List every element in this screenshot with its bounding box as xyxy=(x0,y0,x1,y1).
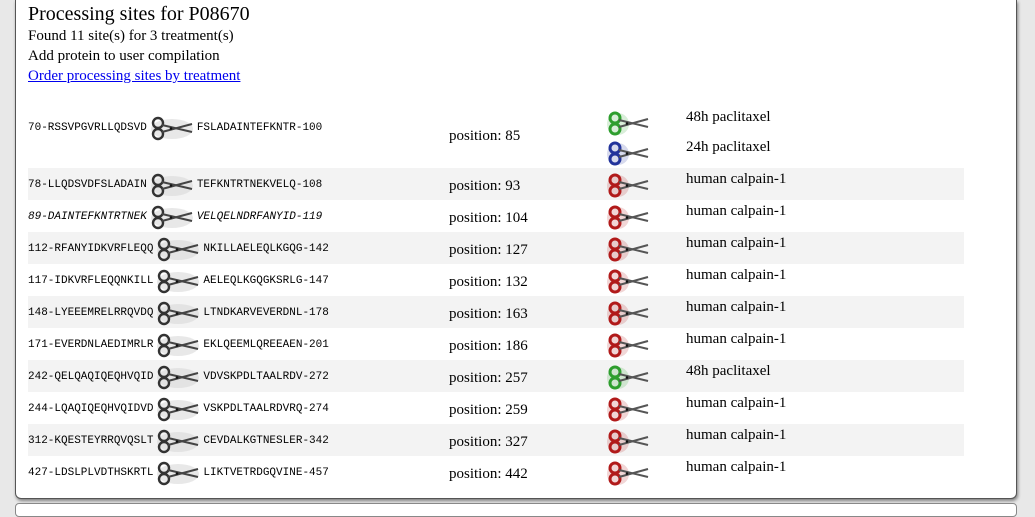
blue-scissors-icon xyxy=(606,140,650,166)
sequence-right: NKILLAELEQLKGQG-142 xyxy=(203,243,329,255)
site-row: 117-IDKVRFLEQQNKILL AELEQLKGQGKSRLG-147 po… xyxy=(28,264,964,296)
cleavage-sequence: 242-QELQAQIQEQHVQID VDVSKPDLTAALRDV-272 xyxy=(28,364,329,390)
red-scissors-icon xyxy=(606,332,650,358)
site-position: position: 132 xyxy=(449,274,528,290)
scissors-icon xyxy=(155,364,201,390)
site-row: 244-LQAQIQEQHVQIDVD VSKPDLTAALRDVRQ-274 po… xyxy=(28,392,964,424)
treatment-label: 24h paclitaxel xyxy=(686,139,771,155)
scissors-icon xyxy=(155,428,201,454)
scissors-icon xyxy=(155,332,201,358)
sequence-right: CEVDALKGTNESLER-342 xyxy=(203,435,329,447)
cleavage-sequence: 312-KQESTEYRRQVQSLT CEVDALKGTNESLER-342 xyxy=(28,428,329,454)
site-position: position: 442 xyxy=(449,466,528,482)
sequence-left: 171-EVERDNLAEDIMRLR xyxy=(28,339,154,351)
cleavage-sequence: 427-LDSLPLVDTHSKRTL LIKTVETRDGQVINE-457 xyxy=(28,460,329,486)
sequence-left: 78-LLQDSVDFSLADAIN xyxy=(28,179,147,191)
site-position: position: 85 xyxy=(449,128,521,144)
site-position: position: 93 xyxy=(449,178,521,194)
site-position: position: 259 xyxy=(449,402,528,418)
red-scissors-icon xyxy=(606,396,650,422)
site-position: position: 127 xyxy=(449,242,528,258)
sequence-left: 244-LQAQIQEQHVQIDVD xyxy=(28,403,154,415)
site-row: 70-RSSVPGVRLLQDSVD FSLADAINTEFKNTR-100 pos… xyxy=(28,102,964,168)
site-position: position: 257 xyxy=(449,370,528,386)
add-to-compilation-text: Add protein to user compilation xyxy=(28,48,220,64)
green-scissors-icon xyxy=(606,110,650,136)
treatment-label: human calpain-1 xyxy=(686,299,787,315)
site-row: 112-RFANYIDKVRFLEQQ NKILLAELEQLKGQG-142 po… xyxy=(28,232,964,264)
treatment-label: human calpain-1 xyxy=(686,459,787,475)
treatment-label: human calpain-1 xyxy=(686,235,787,251)
red-scissors-icon xyxy=(606,236,650,262)
sequence-right: LTNDKARVEVERDNL-178 xyxy=(203,307,329,319)
scissors-icon xyxy=(155,460,201,486)
treatment-label: 48h paclitaxel xyxy=(686,363,771,379)
sequence-right: VDVSKPDLTAALRDV-272 xyxy=(203,371,329,383)
scissors-icon xyxy=(149,115,195,141)
red-scissors-icon xyxy=(606,428,650,454)
processing-sites-list: 70-RSSVPGVRLLQDSVD FSLADAINTEFKNTR-100 pos… xyxy=(28,102,964,488)
scissors-icon xyxy=(155,268,201,294)
processing-sites-panel: Processing sites for P08670 Found 11 sit… xyxy=(15,0,1017,499)
sequence-left: 70-RSSVPGVRLLQDSVD xyxy=(28,122,147,134)
treatment-label: human calpain-1 xyxy=(686,427,787,443)
red-scissors-icon xyxy=(606,268,650,294)
cleavage-sequence: 117-IDKVRFLEQQNKILL AELEQLKGQGKSRLG-147 xyxy=(28,268,329,294)
site-row: 148-LYEEEMRELRRQVDQ LTNDKARVEVERDNL-178 po… xyxy=(28,296,964,328)
site-position: position: 163 xyxy=(449,306,528,322)
sequence-left: 112-RFANYIDKVRFLEQQ xyxy=(28,243,154,255)
sequence-left: 427-LDSLPLVDTHSKRTL xyxy=(28,467,154,479)
page-title: Processing sites for P08670 xyxy=(28,3,250,25)
site-row: 242-QELQAQIQEQHVQID VDVSKPDLTAALRDV-272 po… xyxy=(28,360,964,392)
site-position: position: 186 xyxy=(449,338,528,354)
red-scissors-icon xyxy=(606,460,650,486)
cleavage-sequence: 244-LQAQIQEQHVQIDVD VSKPDLTAALRDVRQ-274 xyxy=(28,396,329,422)
treatment-label: human calpain-1 xyxy=(686,171,787,187)
green-scissors-icon xyxy=(606,364,650,390)
cleavage-sequence: 89-DAINTEFKNTRTNEK VELQELNDRFANYID-119 xyxy=(28,204,322,230)
sequence-right: VELQELNDRFANYID-119 xyxy=(196,211,323,223)
sequence-left: 312-KQESTEYRRQVQSLT xyxy=(28,435,154,447)
site-row: 312-KQESTEYRRQVQSLT CEVDALKGTNESLER-342 po… xyxy=(28,424,964,456)
sequence-right: VSKPDLTAALRDVRQ-274 xyxy=(203,403,329,415)
red-scissors-icon xyxy=(606,300,650,326)
sequence-left: 242-QELQAQIQEQHVQID xyxy=(28,371,154,383)
red-scissors-icon xyxy=(606,172,650,198)
sequence-right: FSLADAINTEFKNTR-100 xyxy=(196,122,323,134)
red-scissors-icon xyxy=(606,204,650,230)
sequence-right: EKLQEEMLQREEAEN-201 xyxy=(203,339,329,351)
treatment-label: 48h paclitaxel xyxy=(686,109,771,125)
site-row: 89-DAINTEFKNTRTNEK VELQELNDRFANYID-119 pos… xyxy=(28,200,964,232)
order-by-treatment-link[interactable]: Order processing sites by treatment xyxy=(28,68,240,85)
cleavage-sequence: 112-RFANYIDKVRFLEQQ NKILLAELEQLKGQG-142 xyxy=(28,236,329,262)
cleavage-sequence: 148-LYEEEMRELRRQVDQ LTNDKARVEVERDNL-178 xyxy=(28,300,329,326)
cleavage-sequence: 78-LLQDSVDFSLADAIN TEFKNTRTNEKVELQ-108 xyxy=(28,172,322,198)
scissors-icon xyxy=(155,300,201,326)
scissors-icon xyxy=(149,172,195,198)
sequence-left: 89-DAINTEFKNTRTNEK xyxy=(28,211,147,223)
sequence-left: 117-IDKVRFLEQQNKILL xyxy=(28,275,154,287)
scissors-icon xyxy=(149,204,195,230)
sequence-right: AELEQLKGQGKSRLG-147 xyxy=(203,275,329,287)
treatment-label: human calpain-1 xyxy=(686,395,787,411)
sequence-left: 148-LYEEEMRELRRQVDQ xyxy=(28,307,154,319)
sequence-right: TEFKNTRTNEKVELQ-108 xyxy=(196,179,323,191)
treatment-label: human calpain-1 xyxy=(686,203,787,219)
site-row: 78-LLQDSVDFSLADAIN TEFKNTRTNEKVELQ-108 pos… xyxy=(28,168,964,200)
cleavage-sequence: 171-EVERDNLAEDIMRLR EKLQEEMLQREEAEN-201 xyxy=(28,332,329,358)
scissors-icon xyxy=(155,396,201,422)
sequence-right: LIKTVETRDGQVINE-457 xyxy=(203,467,329,479)
site-position: position: 104 xyxy=(449,210,528,226)
treatment-label: human calpain-1 xyxy=(686,331,787,347)
scissors-icon xyxy=(155,236,201,262)
treatment-label: human calpain-1 xyxy=(686,267,787,283)
site-row: 171-EVERDNLAEDIMRLR EKLQEEMLQREEAEN-201 po… xyxy=(28,328,964,360)
site-position: position: 327 xyxy=(449,434,528,450)
found-summary: Found 11 site(s) for 3 treatment(s) xyxy=(28,28,234,44)
site-row: 427-LDSLPLVDTHSKRTL LIKTVETRDGQVINE-457 po… xyxy=(28,456,964,488)
cleavage-sequence: 70-RSSVPGVRLLQDSVD FSLADAINTEFKNTR-100 xyxy=(28,115,322,141)
next-panel-edge xyxy=(15,503,1017,517)
